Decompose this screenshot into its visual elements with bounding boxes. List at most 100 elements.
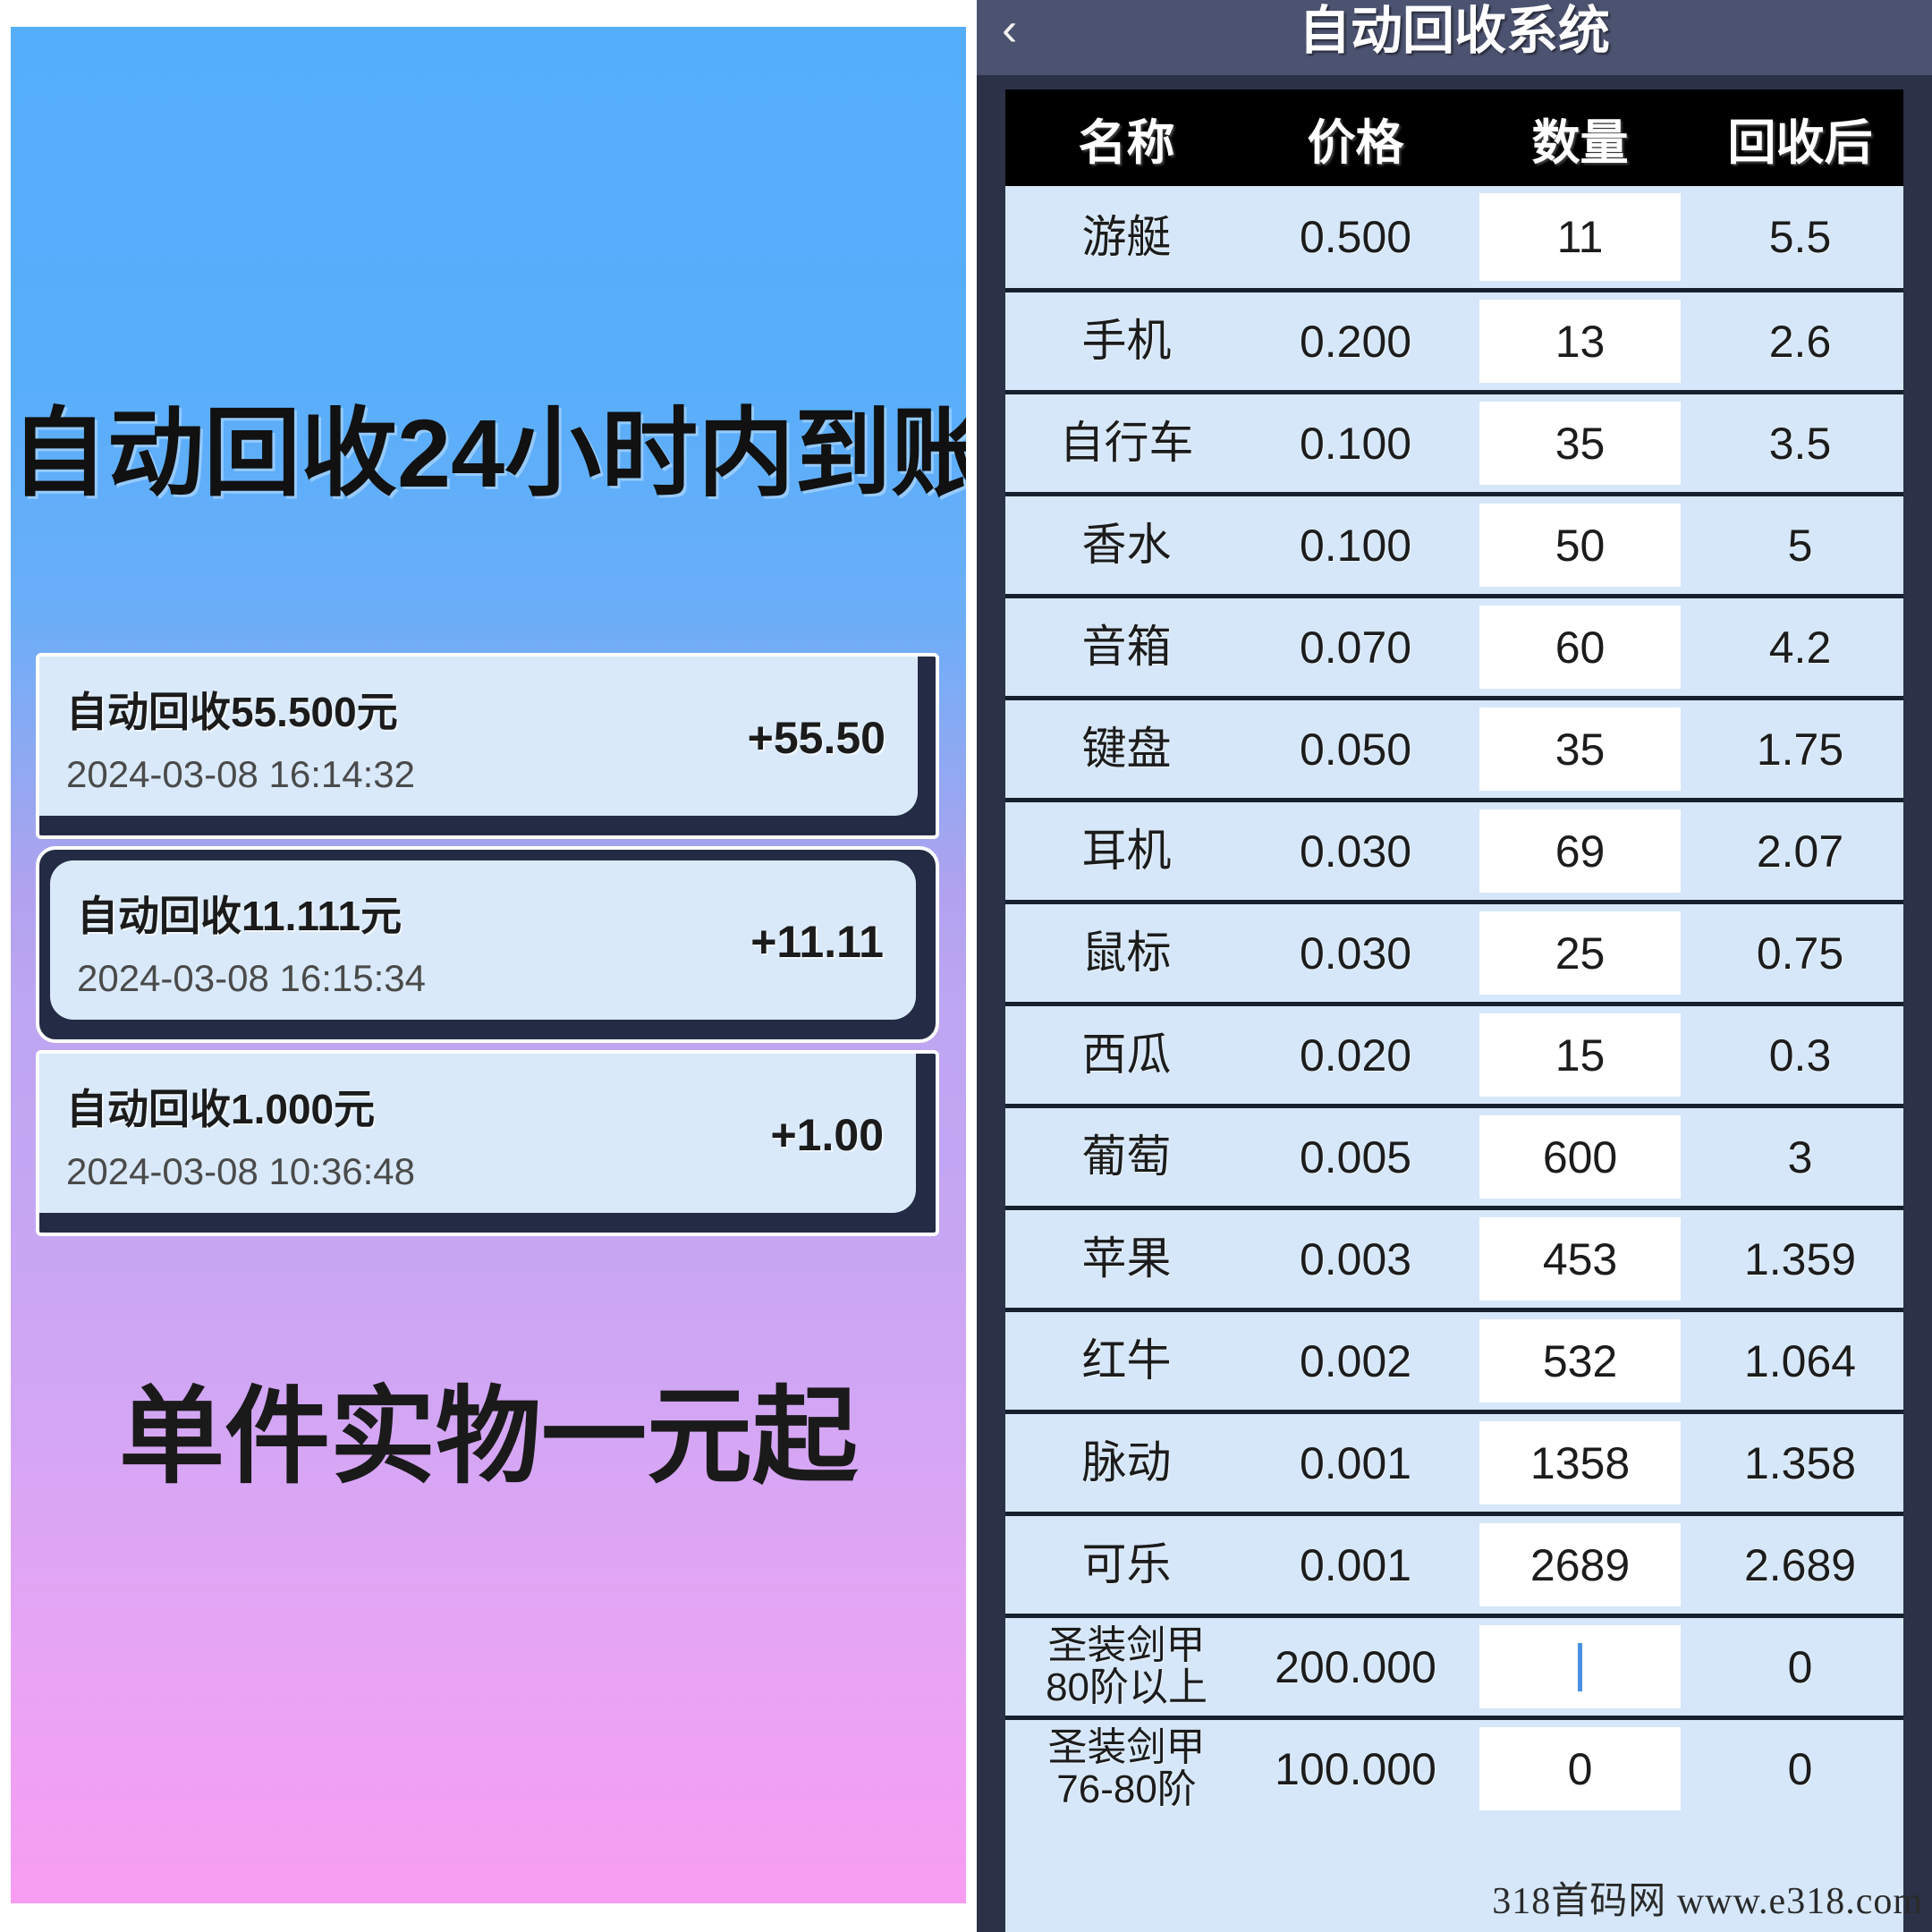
cell-item-name-line: 耳机 [1081, 826, 1172, 876]
app-titlebar: ‹ 自动回收系统 [977, 0, 1932, 75]
quantity-input[interactable]: 35 [1479, 402, 1681, 485]
cell-item-name-line: 76-80阶 [1056, 1767, 1197, 1811]
quantity-input[interactable]: 25 [1479, 911, 1681, 995]
cell-after-recycle: 3 [1787, 1131, 1813, 1182]
recycle-app-panel: ‹ 自动回收系统 名称 价格 数量 回收后 游艇 0.500 11 5.5 手机 0.20… [977, 0, 1932, 1932]
table-row: 红牛 0.002 532 1.064 [1005, 1308, 1903, 1410]
cell-quantity: 600 [1463, 1108, 1697, 1206]
quantity-input[interactable]: 50 [1479, 504, 1681, 587]
transaction-card-body: 自动回收11.111元 2024-03-08 16:15:34 +11.11 [50, 860, 916, 1020]
cell-after-recycle: 4.2 [1768, 622, 1832, 673]
promo-panel: 自动回收24小时内到账 自动回收55.500元 2024-03-08 16:14… [11, 27, 966, 1903]
transaction-amount: +1.00 [770, 1110, 884, 1160]
column-header-name: 名称 [1078, 115, 1175, 170]
transaction-amount: +55.50 [747, 713, 886, 763]
cell-price: 0.020 [1299, 1030, 1412, 1080]
cell-after-recycle: 2.689 [1743, 1539, 1857, 1590]
cell-price: 0.100 [1299, 520, 1412, 571]
quantity-input[interactable]: 11 [1479, 193, 1681, 281]
quantity-input[interactable] [1479, 1625, 1681, 1708]
cell-item-name: 自行车 [1005, 394, 1248, 492]
table-row: 香水 0.100 50 5 [1005, 492, 1903, 594]
cell-price: 0.030 [1299, 928, 1412, 979]
cell-quantity [1463, 1618, 1697, 1716]
table-row: 脉动 0.001 1358 1.358 [1005, 1410, 1903, 1512]
cell-after-recycle: 0 [1787, 1641, 1813, 1692]
cell-item-name: 音箱 [1005, 598, 1248, 696]
quantity-input[interactable]: 453 [1479, 1217, 1681, 1301]
cell-quantity: 25 [1463, 904, 1697, 1002]
cell-item-name: 耳机 [1005, 802, 1248, 900]
cell-quantity: 1358 [1463, 1414, 1697, 1512]
cell-quantity: 35 [1463, 394, 1697, 492]
site-watermark: 318首码网 www.e318.com [1492, 1881, 1923, 1922]
screenshot-root: 自动回收24小时内到账 自动回收55.500元 2024-03-08 16:14… [0, 0, 1932, 1932]
transaction-timestamp: 2024-03-08 16:15:34 [77, 957, 426, 999]
transaction-text-group: 自动回收11.111元 2024-03-08 16:15:34 [77, 884, 426, 1000]
transaction-title: 自动回收11.111元 [77, 893, 402, 939]
cell-item-name: 香水 [1005, 496, 1248, 594]
cell-quantity: 11 [1463, 186, 1697, 288]
cell-after-recycle: 5.5 [1768, 212, 1832, 262]
quantity-input[interactable]: 69 [1479, 809, 1681, 893]
cell-price: 0.050 [1299, 724, 1412, 775]
cell-item-name-line: 手机 [1081, 316, 1172, 366]
column-header-price: 价格 [1307, 115, 1404, 170]
cell-price: 0.001 [1299, 1539, 1412, 1590]
quantity-input[interactable]: 13 [1479, 300, 1681, 383]
cell-quantity: 60 [1463, 598, 1697, 696]
cell-after-recycle: 0.3 [1768, 1030, 1832, 1080]
cell-after-recycle: 3.5 [1768, 418, 1832, 469]
cell-item-name: 圣装剑甲 80阶以上 [1005, 1618, 1248, 1716]
table-row: 西瓜 0.020 15 0.3 [1005, 1002, 1903, 1104]
page-title: 自动回收系统 [1298, 2, 1610, 60]
quantity-input[interactable]: 532 [1479, 1319, 1681, 1402]
table-row: 自行车 0.100 35 3.5 [1005, 390, 1903, 492]
cell-item-name-line: 鼠标 [1081, 928, 1172, 978]
transaction-card-body: 自动回收55.500元 2024-03-08 16:14:32 +55.50 [39, 657, 918, 816]
transaction-card[interactable]: 自动回收1.000元 2024-03-08 10:36:48 +1.00 [36, 1050, 939, 1236]
cell-price: 200.000 [1275, 1641, 1436, 1692]
cell-item-name: 圣装剑甲 76-80阶 [1005, 1720, 1248, 1818]
transaction-card[interactable]: 自动回收55.500元 2024-03-08 16:14:32 +55.50 [36, 653, 939, 839]
cell-item-name-line: 音箱 [1081, 622, 1172, 672]
cell-quantity: 0 [1463, 1720, 1697, 1818]
transaction-text-group: 自动回收1.000元 2024-03-08 10:36:48 [66, 1077, 415, 1193]
cell-after-recycle: 1.064 [1743, 1335, 1857, 1386]
transaction-card[interactable]: 自动回收11.111元 2024-03-08 16:15:34 +11.11 [36, 846, 939, 1043]
table-row: 耳机 0.030 69 2.07 [1005, 798, 1903, 900]
cell-quantity: 453 [1463, 1210, 1697, 1308]
cell-item-name-line: 红牛 [1081, 1335, 1172, 1385]
cell-item-name-line: 游艇 [1081, 211, 1172, 262]
quantity-input[interactable]: 0 [1479, 1727, 1681, 1810]
cell-item-name: 苹果 [1005, 1210, 1248, 1308]
column-header-qty: 数量 [1531, 115, 1629, 170]
quantity-input[interactable]: 15 [1479, 1013, 1681, 1097]
cell-quantity: 69 [1463, 802, 1697, 900]
cell-after-recycle: 0 [1787, 1743, 1813, 1794]
cell-item-name: 手机 [1005, 292, 1248, 390]
quantity-input[interactable]: 600 [1479, 1115, 1681, 1199]
cell-after-recycle: 1.358 [1743, 1437, 1857, 1488]
quantity-input[interactable]: 2689 [1479, 1523, 1681, 1606]
cell-quantity: 15 [1463, 1006, 1697, 1104]
cell-item-name: 脉动 [1005, 1414, 1248, 1512]
cell-price: 0.100 [1299, 418, 1412, 469]
quantity-input[interactable]: 1358 [1479, 1421, 1681, 1504]
quantity-input[interactable]: 35 [1479, 708, 1681, 791]
cell-item-name-line: 苹果 [1081, 1233, 1172, 1284]
quantity-input[interactable]: 60 [1479, 606, 1681, 689]
cell-after-recycle: 5 [1787, 520, 1813, 571]
cell-price: 0.001 [1299, 1437, 1412, 1488]
table-row: 圣装剑甲 80阶以上 200.000 0 [1005, 1614, 1903, 1716]
promo-heading-top: 自动回收24小时内到账 [11, 399, 966, 507]
column-header-after: 回收后 [1727, 115, 1873, 170]
cell-item-name: 葡萄 [1005, 1108, 1248, 1206]
transaction-timestamp: 2024-03-08 16:14:32 [66, 753, 415, 795]
table-row: 鼠标 0.030 25 0.75 [1005, 900, 1903, 1002]
table-body: 游艇 0.500 11 5.5 手机 0.200 13 2.6 自行车 0.100 35 3.5 香水 0… [1005, 186, 1903, 1818]
cell-after-recycle: 2.07 [1756, 826, 1844, 877]
transaction-timestamp: 2024-03-08 10:36:48 [66, 1150, 415, 1192]
cell-price: 0.005 [1299, 1131, 1412, 1182]
transaction-list: 自动回收55.500元 2024-03-08 16:14:32 +55.50 自… [36, 653, 939, 1243]
